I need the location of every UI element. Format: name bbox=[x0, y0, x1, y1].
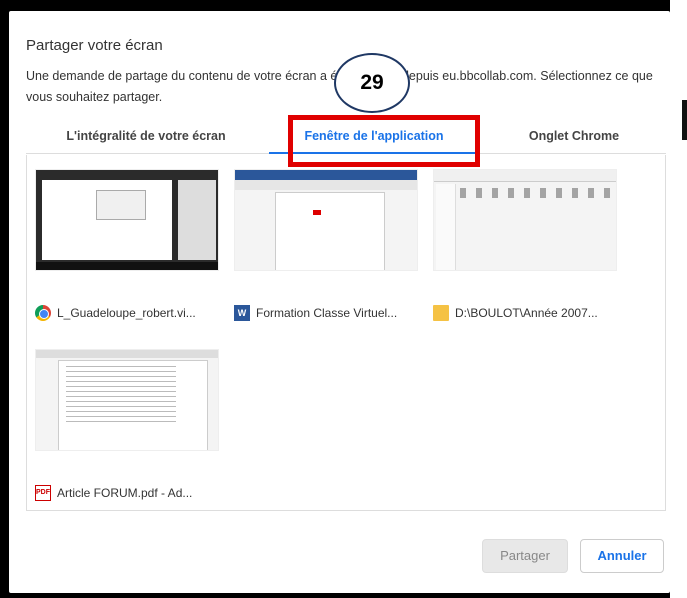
window-option-explorer[interactable]: D:\BOULOT\Année 2007... bbox=[433, 169, 623, 321]
window-thumbnail bbox=[35, 169, 219, 271]
share-button[interactable]: Partager bbox=[482, 539, 568, 573]
dialog-title: Partager votre écran bbox=[26, 37, 163, 54]
window-thumbnail bbox=[35, 349, 219, 451]
chrome-icon bbox=[35, 305, 51, 321]
window-option-label: PDF Article FORUM.pdf - Ad... bbox=[35, 484, 235, 502]
window-option-label: W Formation Classe Virtuel... bbox=[234, 304, 434, 322]
background-window-edge bbox=[670, 0, 687, 598]
pdf-icon: PDF bbox=[35, 485, 51, 501]
annotation-step-badge: 29 bbox=[334, 53, 410, 113]
window-title: L_Guadeloupe_robert.vi... bbox=[57, 306, 196, 320]
window-option-label: D:\BOULOT\Année 2007... bbox=[433, 304, 633, 322]
window-option-word[interactable]: W Formation Classe Virtuel... bbox=[234, 169, 424, 321]
window-title: Formation Classe Virtuel... bbox=[256, 306, 398, 320]
window-option-chrome[interactable]: L_Guadeloupe_robert.vi... bbox=[35, 169, 225, 321]
tab-entire-screen[interactable]: L'intégralité de votre écran bbox=[26, 120, 266, 154]
cancel-button[interactable]: Annuler bbox=[580, 539, 664, 573]
window-title: Article FORUM.pdf - Ad... bbox=[57, 486, 193, 500]
window-option-pdf[interactable]: PDF Article FORUM.pdf - Ad... bbox=[35, 349, 225, 501]
window-option-label: L_Guadeloupe_robert.vi... bbox=[35, 304, 235, 322]
window-title: D:\BOULOT\Année 2007... bbox=[455, 306, 598, 320]
scrollbar-fragment bbox=[682, 100, 687, 140]
word-icon: W bbox=[234, 305, 250, 321]
annotation-highlight-box bbox=[288, 115, 480, 167]
window-thumbnail bbox=[234, 169, 418, 271]
tab-chrome-tab[interactable]: Onglet Chrome bbox=[482, 120, 666, 154]
window-thumbnail bbox=[433, 169, 617, 271]
folder-icon bbox=[433, 305, 449, 321]
